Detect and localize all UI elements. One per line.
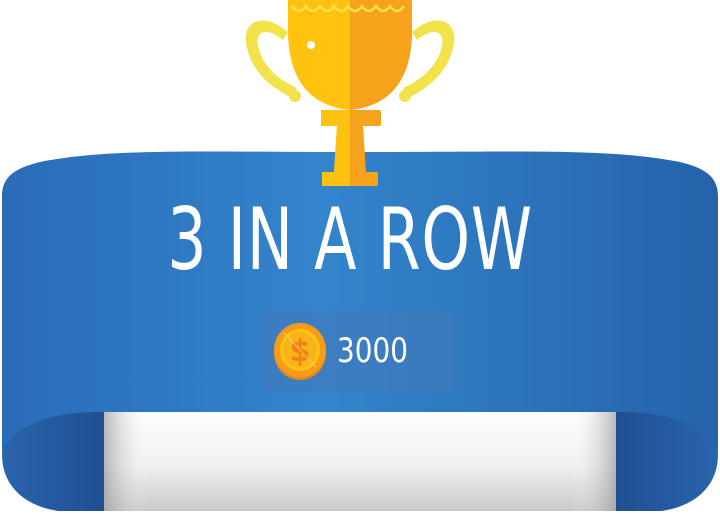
achievement-title: 3 IN A ROW [167,190,533,290]
ribbon-inner [100,410,620,511]
dollar-coin-icon: $ [274,323,326,380]
reward-amount: 3000 [337,331,408,371]
achievement-banner: 3 IN A ROW $ 3000 [0,0,720,511]
reward-badge: $ 3000 [262,310,456,392]
svg-text:$: $ [290,334,311,369]
